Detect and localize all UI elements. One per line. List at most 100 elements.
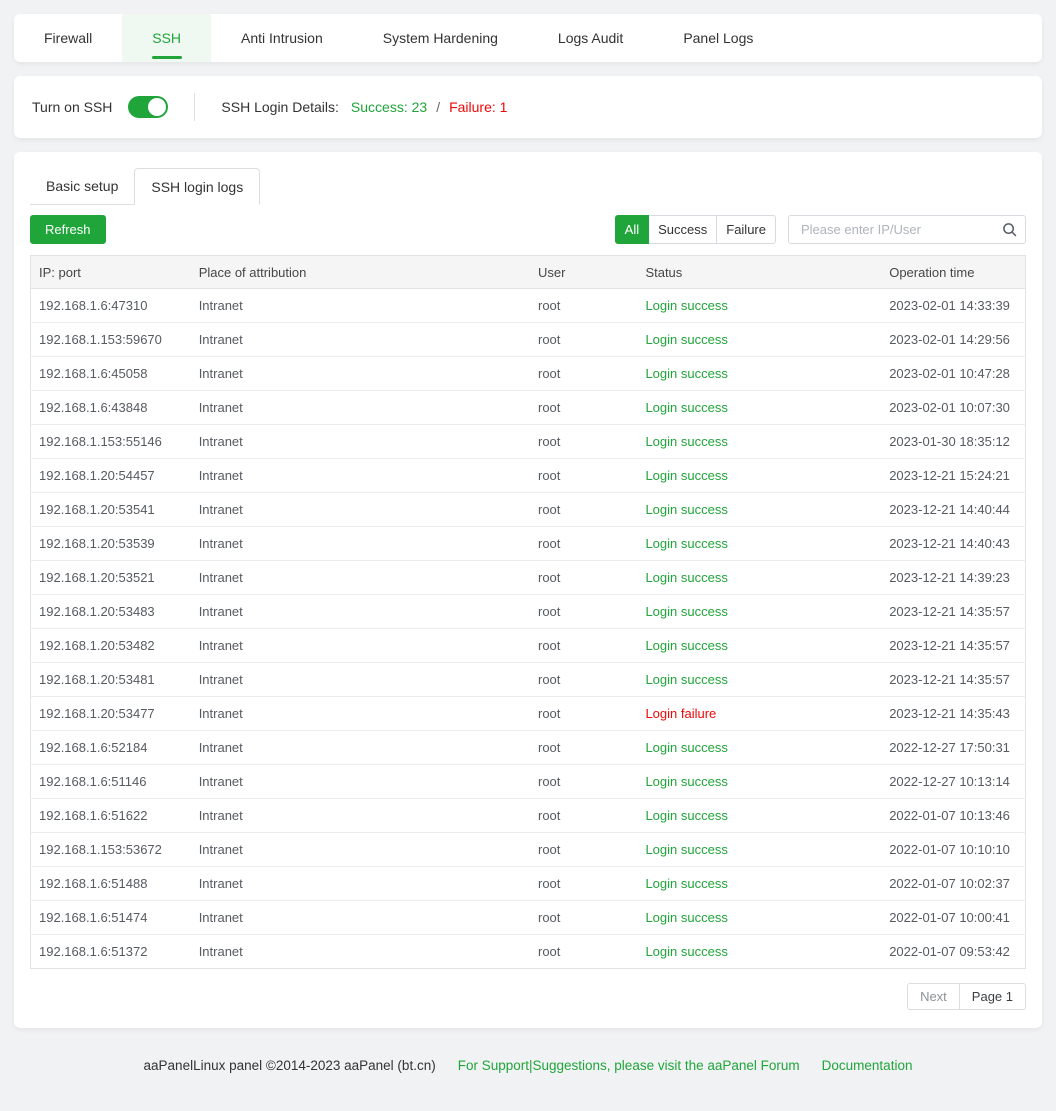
cell-place: Intranet xyxy=(191,527,530,561)
count-separator: / xyxy=(436,99,440,115)
table-header: IP: portPlace of attributionUserStatusOp… xyxy=(31,256,1026,289)
cell-operation-time: 2022-12-27 10:13:14 xyxy=(881,765,1025,799)
cell-user: root xyxy=(530,833,637,867)
next-page-button[interactable]: Next xyxy=(907,983,960,1010)
forum-link[interactable]: For Support|Suggestions, please visit th… xyxy=(458,1058,800,1073)
cell-place: Intranet xyxy=(191,799,530,833)
cell-place: Intranet xyxy=(191,459,530,493)
refresh-button[interactable]: Refresh xyxy=(30,215,106,244)
cell-place: Intranet xyxy=(191,663,530,697)
cell-place: Intranet xyxy=(191,731,530,765)
table-row: 192.168.1.153:55146 Intranet root Login … xyxy=(31,425,1026,459)
cell-user: root xyxy=(530,731,637,765)
cell-status: Login success xyxy=(637,799,881,833)
filter-all[interactable]: All xyxy=(615,215,649,244)
table-row: 192.168.1.20:53541 Intranet root Login s… xyxy=(31,493,1026,527)
cell-place: Intranet xyxy=(191,323,530,357)
filter-failure[interactable]: Failure xyxy=(716,215,776,244)
cell-status: Login success xyxy=(637,867,881,901)
tab-anti-intrusion[interactable]: Anti Intrusion xyxy=(211,14,353,62)
cell-status: Login failure xyxy=(637,697,881,731)
cell-ip-port: 192.168.1.20:53477 xyxy=(31,697,191,731)
header-row: IP: portPlace of attributionUserStatusOp… xyxy=(31,256,1026,289)
cell-user: root xyxy=(530,289,637,323)
toggle-knob xyxy=(148,98,166,116)
table-row: 192.168.1.20:53521 Intranet root Login s… xyxy=(31,561,1026,595)
cell-user: root xyxy=(530,391,637,425)
tab-system-hardening[interactable]: System Hardening xyxy=(353,14,528,62)
filter-success[interactable]: Success xyxy=(648,215,717,244)
cell-user: root xyxy=(530,799,637,833)
cell-ip-port: 192.168.1.6:51622 xyxy=(31,799,191,833)
cell-operation-time: 2023-12-21 14:35:57 xyxy=(881,595,1025,629)
cell-operation-time: 2023-02-01 10:47:28 xyxy=(881,357,1025,391)
cell-status: Login success xyxy=(637,357,881,391)
table-row: 192.168.1.6:43848 Intranet root Login su… xyxy=(31,391,1026,425)
cell-operation-time: 2023-12-21 14:40:43 xyxy=(881,527,1025,561)
cell-ip-port: 192.168.1.20:53483 xyxy=(31,595,191,629)
table-row: 192.168.1.6:51146 Intranet root Login su… xyxy=(31,765,1026,799)
cell-user: root xyxy=(530,935,637,969)
table-row: 192.168.1.20:53483 Intranet root Login s… xyxy=(31,595,1026,629)
status-filter-group: AllSuccessFailure xyxy=(615,215,776,244)
ssh-status-panel: Turn on SSH SSH Login Details: Success: … xyxy=(14,76,1042,138)
table-row: 192.168.1.6:52184 Intranet root Login su… xyxy=(31,731,1026,765)
table-row: 192.168.1.6:45058 Intranet root Login su… xyxy=(31,357,1026,391)
table-row: 192.168.1.20:53482 Intranet root Login s… xyxy=(31,629,1026,663)
cell-place: Intranet xyxy=(191,629,530,663)
cell-operation-time: 2023-02-01 14:29:56 xyxy=(881,323,1025,357)
cell-user: root xyxy=(530,867,637,901)
cell-user: root xyxy=(530,493,637,527)
tab-basic-setup[interactable]: Basic setup xyxy=(30,168,134,205)
cell-status: Login success xyxy=(637,425,881,459)
cell-ip-port: 192.168.1.6:51146 xyxy=(31,765,191,799)
cell-status: Login success xyxy=(637,561,881,595)
current-page-button[interactable]: Page 1 xyxy=(959,983,1026,1010)
cell-status: Login success xyxy=(637,323,881,357)
table-row: 192.168.1.20:53477 Intranet root Login f… xyxy=(31,697,1026,731)
table-row: 192.168.1.6:47310 Intranet root Login su… xyxy=(31,289,1026,323)
search-icon[interactable] xyxy=(1002,222,1017,237)
copyright-text: aaPanelLinux panel ©2014-2023 aaPanel (b… xyxy=(144,1058,436,1073)
cell-status: Login success xyxy=(637,731,881,765)
search-input[interactable] xyxy=(799,221,1002,238)
cell-ip-port: 192.168.1.6:51488 xyxy=(31,867,191,901)
cell-ip-port: 192.168.1.6:52184 xyxy=(31,731,191,765)
cell-operation-time: 2023-02-01 14:33:39 xyxy=(881,289,1025,323)
table-row: 192.168.1.6:51474 Intranet root Login su… xyxy=(31,901,1026,935)
tab-panel-logs[interactable]: Panel Logs xyxy=(653,14,783,62)
cell-place: Intranet xyxy=(191,697,530,731)
cell-user: root xyxy=(530,595,637,629)
cell-operation-time: 2022-01-07 10:02:37 xyxy=(881,867,1025,901)
cell-ip-port: 192.168.1.20:54457 xyxy=(31,459,191,493)
table-row: 192.168.1.6:51488 Intranet root Login su… xyxy=(31,867,1026,901)
table-row: 192.168.1.153:53672 Intranet root Login … xyxy=(31,833,1026,867)
cell-ip-port: 192.168.1.20:53482 xyxy=(31,629,191,663)
cell-operation-time: 2023-12-21 15:24:21 xyxy=(881,459,1025,493)
cell-status: Login success xyxy=(637,493,881,527)
success-count: Success: 23 xyxy=(351,99,427,115)
tab-firewall[interactable]: Firewall xyxy=(14,14,122,62)
cell-operation-time: 2023-12-21 14:35:43 xyxy=(881,697,1025,731)
cell-operation-time: 2023-12-21 14:35:57 xyxy=(881,629,1025,663)
cell-ip-port: 192.168.1.153:59670 xyxy=(31,323,191,357)
cell-status: Login success xyxy=(637,459,881,493)
cell-user: root xyxy=(530,901,637,935)
cell-ip-port: 192.168.1.20:53481 xyxy=(31,663,191,697)
log-subtabs: Basic setup SSH login logs xyxy=(30,168,1026,205)
tab-ssh-login-logs[interactable]: SSH login logs xyxy=(134,168,260,205)
tab-logs-audit[interactable]: Logs Audit xyxy=(528,14,653,62)
table-body: 192.168.1.6:47310 Intranet root Login su… xyxy=(31,289,1026,969)
cell-ip-port: 192.168.1.153:55146 xyxy=(31,425,191,459)
documentation-link[interactable]: Documentation xyxy=(822,1058,913,1073)
failure-count: Failure: 1 xyxy=(449,99,507,115)
cell-place: Intranet xyxy=(191,867,530,901)
tab-ssh[interactable]: SSH xyxy=(122,14,211,62)
cell-operation-time: 2022-01-07 10:13:46 xyxy=(881,799,1025,833)
cell-operation-time: 2023-02-01 10:07:30 xyxy=(881,391,1025,425)
cell-operation-time: 2023-01-30 18:35:12 xyxy=(881,425,1025,459)
ssh-toggle[interactable] xyxy=(128,96,168,118)
cell-user: root xyxy=(530,629,637,663)
cell-user: root xyxy=(530,357,637,391)
cell-ip-port: 192.168.1.6:45058 xyxy=(31,357,191,391)
